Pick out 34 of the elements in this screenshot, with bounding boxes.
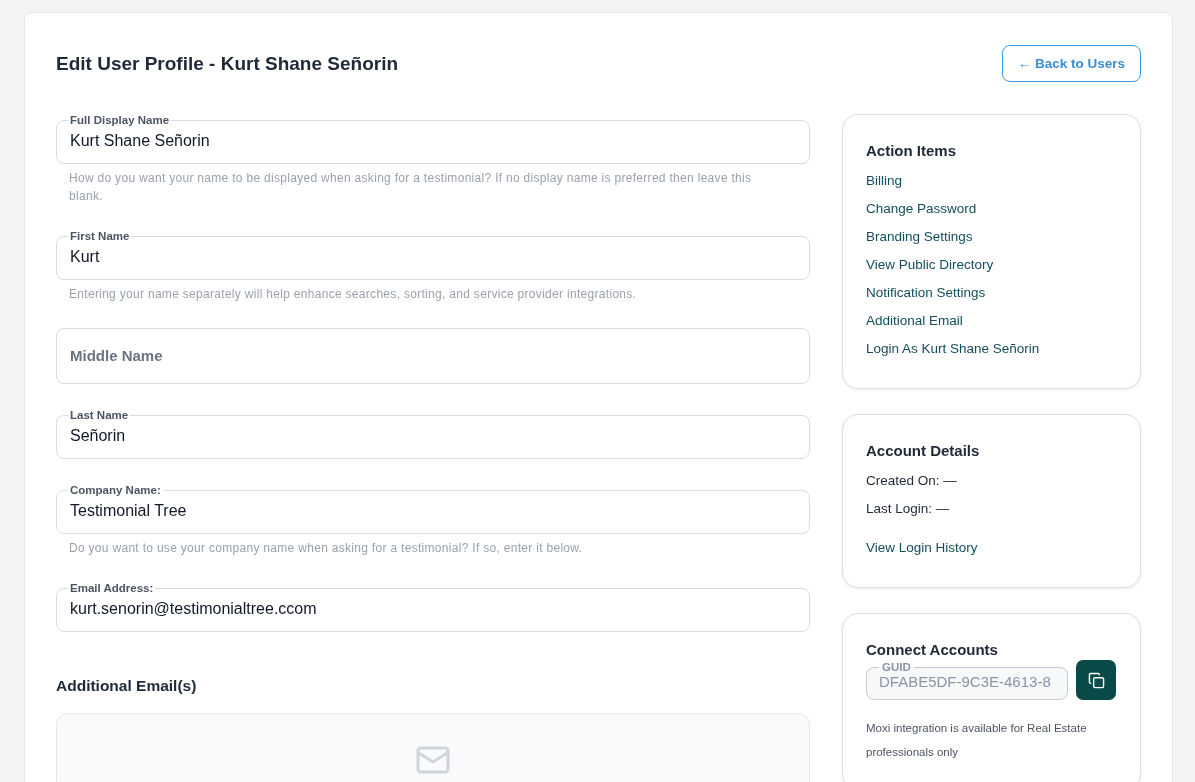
field-label: Last Name: [69, 409, 130, 421]
text-field[interactable]: Email Address: kurt.senorin@testimonialtree.ccom: [56, 582, 810, 632]
card-title: Account Details: [866, 442, 981, 459]
action-link[interactable]: View Public Directory: [866, 251, 994, 279]
action-link[interactable]: Change Password: [866, 195, 977, 223]
field-label: Company Name:: [69, 484, 162, 496]
field-hint: How do you want your name to be displayed when asking for a testimonial? If no display name is preferred then leave this blank.: [69, 170, 753, 205]
action-link[interactable]: Login As Kurt Shane Señorin: [866, 335, 1040, 363]
field-label: First Name: [69, 230, 131, 242]
card-title: Connect Accounts: [866, 641, 999, 658]
back-to-users-button[interactable]: ← Back to Users: [1001, 45, 1141, 82]
section-title: Additional Email(s): [56, 677, 198, 695]
page-title: Edit User Profile - Kurt Shane Señorin: [56, 52, 399, 75]
field-hint: Entering your name separately will help enhance searches, sorting, and service provider integrations.: [69, 286, 638, 303]
field-hint: Do you want to use your company name when asking for a testimonial? If so, enter it below.: [69, 540, 584, 557]
text-field[interactable]: First Name Kurt: [56, 230, 810, 280]
integration-note: Moxi integration is available for Real Estate professionals only: [866, 721, 1088, 760]
text-field[interactable]: Full Display Name Kurt Shane Señorin: [56, 114, 810, 164]
field-label: Email Address:: [69, 582, 155, 594]
action-link[interactable]: Additional Email: [866, 307, 963, 335]
action-link[interactable]: Branding Settings: [866, 223, 973, 251]
text-field[interactable]: Company Name: Testimonial Tree: [56, 484, 810, 534]
field-label: GUID: [881, 661, 912, 673]
action-link[interactable]: Notification Settings: [866, 279, 986, 307]
detail-text: Created On: —: [866, 472, 958, 490]
action-link[interactable]: Billing: [866, 167, 903, 195]
copy-icon: [1087, 671, 1105, 689]
card-title: Action Items: [866, 142, 957, 159]
text-field[interactable]: Middle Name: [56, 328, 810, 384]
login-history-link[interactable]: View Login History: [866, 534, 978, 562]
text-field[interactable]: Last Name Señorin: [56, 409, 810, 459]
copy-button[interactable]: [1076, 660, 1116, 700]
detail-text: Last Login: —: [866, 500, 951, 518]
field-label: Full Display Name: [69, 114, 171, 126]
